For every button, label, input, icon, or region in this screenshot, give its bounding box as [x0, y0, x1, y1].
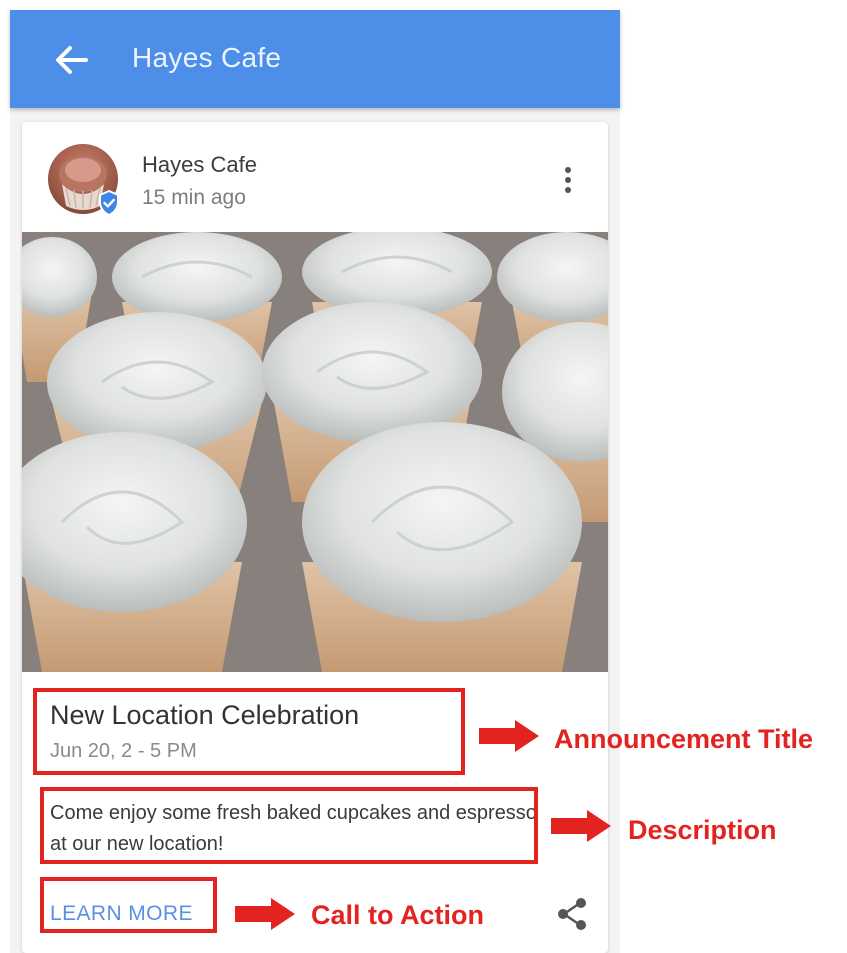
post-timestamp: 15 min ago — [142, 186, 246, 209]
avatar[interactable] — [48, 144, 119, 216]
cta-callout-label: Call to Action — [311, 900, 484, 930]
cta-arrow-icon — [235, 898, 295, 930]
app-bar-title: Hayes Cafe — [132, 42, 282, 73]
more-vert-icon — [565, 167, 571, 193]
more-options-button[interactable] — [554, 160, 582, 200]
cta-highlight-box — [40, 877, 217, 933]
cupcakes-image — [22, 232, 608, 672]
title-arrow-icon — [479, 720, 539, 752]
arrow-left-icon — [56, 46, 88, 74]
post-photo — [22, 232, 608, 672]
share-button[interactable] — [554, 894, 590, 934]
title-callout-label: Announcement Title — [554, 724, 814, 754]
share-icon — [558, 898, 586, 930]
description-highlight-box — [40, 787, 538, 864]
description-arrow-icon — [551, 810, 611, 842]
back-button[interactable] — [48, 40, 94, 80]
author-name: Hayes Cafe — [142, 152, 257, 177]
screenshot: Hayes Cafe Hayes Cafe 15 min ago New Loc… — [0, 0, 847, 953]
app-bar: Hayes Cafe — [10, 10, 620, 108]
verified-badge-icon — [99, 190, 119, 216]
title-highlight-box — [33, 688, 465, 775]
description-callout-label: Description — [628, 815, 777, 845]
